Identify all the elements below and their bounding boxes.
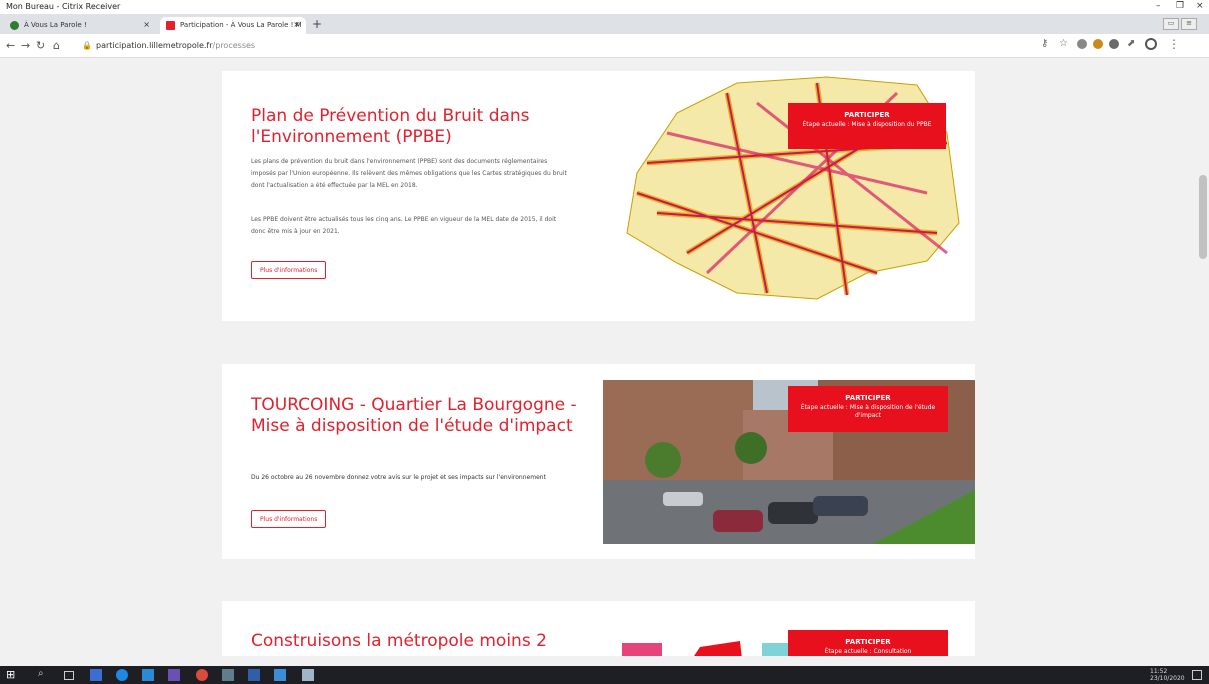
new-tab-button[interactable]: +: [312, 17, 322, 31]
bookmark-star-icon[interactable]: ☆: [1059, 38, 1068, 49]
participate-label: PARTICIPER: [844, 111, 890, 119]
page-viewport: Plan de Prévention du Bruit dans l'Envir…: [0, 59, 1196, 656]
site-favicon-icon: [166, 21, 175, 30]
process-card-ppbe: Plan de Prévention du Bruit dans l'Envir…: [222, 71, 975, 321]
minimize-button[interactable]: –: [1156, 1, 1161, 11]
taskbar-app-icon[interactable]: [248, 669, 260, 681]
back-icon[interactable]: ←: [6, 39, 15, 52]
participate-button[interactable]: PARTICIPER Étape actuelle : Mise à dispo…: [788, 386, 948, 432]
task-view-icon[interactable]: [64, 671, 74, 680]
taskbar-app-icon[interactable]: [222, 669, 234, 681]
taskbar-app-icon[interactable]: [274, 669, 286, 681]
site-favicon-icon: [10, 21, 19, 30]
clock-date: 23/10/2020: [1150, 675, 1185, 682]
more-info-button[interactable]: Plus d'informations: [251, 510, 327, 528]
process-card-construisons: Construisons la métropole moins 2 PARTIC…: [222, 601, 975, 656]
process-title[interactable]: Construisons la métropole moins 2: [251, 631, 581, 652]
process-card-tourcoing: TOURCOING - Quartier La Bourgogne - Mise…: [222, 364, 975, 559]
extension-icon[interactable]: ⬈: [1127, 38, 1135, 49]
tab-a-vous-la-parole[interactable]: À Vous La Parole ! ×: [4, 17, 156, 34]
citrix-title-bar: Mon Bureau - Citrix Receiver – ❐ ×: [0, 0, 1209, 14]
lock-icon: 🔒: [82, 41, 92, 50]
address-bar[interactable]: participation.lillemetropole.fr/processe…: [96, 41, 255, 50]
tab-label: À Vous La Parole !: [24, 21, 87, 29]
taskbar-app-icon[interactable]: [168, 669, 180, 681]
search-icon[interactable]: ⌕: [38, 668, 50, 680]
tab-label: Participation - À Vous La Parole ! M: [180, 21, 302, 29]
key-icon[interactable]: ⚷: [1041, 38, 1048, 49]
reload-icon[interactable]: ↻: [36, 39, 45, 52]
extension-icon[interactable]: [1077, 39, 1087, 49]
notification-icon[interactable]: [1192, 670, 1202, 680]
citrix-menu-icon[interactable]: ≡: [1181, 18, 1197, 30]
windows-taskbar: ⊞ ⌕ 11:52 23/10/2020: [0, 666, 1209, 684]
chrome-icon[interactable]: [196, 669, 208, 681]
extension-icon[interactable]: [1093, 39, 1103, 49]
edge-browser-icon[interactable]: [116, 669, 128, 681]
browser-toolbar: ← → ↻ ⌂ 🔒 participation.lillemetropole.f…: [0, 34, 1209, 58]
more-info-button[interactable]: Plus d'informations: [251, 261, 327, 279]
vertical-scrollbar[interactable]: [1196, 59, 1209, 656]
taskbar-app-icon[interactable]: [302, 669, 314, 681]
process-title[interactable]: Plan de Prévention du Bruit dans l'Envir…: [251, 106, 581, 148]
extension-icon[interactable]: [1109, 39, 1119, 49]
participate-button[interactable]: PARTICIPER Étape actuelle : Consultation: [788, 630, 948, 656]
participate-label: PARTICIPER: [845, 638, 891, 646]
forward-icon[interactable]: →: [21, 39, 30, 52]
windows-start-icon[interactable]: ⊞: [6, 668, 18, 681]
restore-button[interactable]: ❐: [1176, 1, 1184, 11]
tab-participation[interactable]: Participation - À Vous La Parole ! M ×: [160, 17, 306, 34]
tab-close-icon[interactable]: ×: [293, 20, 300, 29]
menu-kebab-icon[interactable]: ⋮: [1168, 37, 1180, 51]
clock-time: 11:52: [1150, 668, 1168, 675]
current-step-label: Étape actuelle : Consultation: [824, 648, 912, 655]
citrix-restore-icon[interactable]: ▭: [1163, 18, 1179, 30]
current-step-label: Étape actuelle : Mise à disposition du P…: [802, 121, 932, 128]
home-icon[interactable]: ⌂: [53, 39, 60, 52]
scrollbar-thumb[interactable]: [1199, 175, 1207, 259]
process-description: Les PPBE doivent être actualisés tous le…: [251, 216, 557, 235]
taskbar-app-icon[interactable]: [90, 669, 102, 681]
current-step-label: Étape actuelle : Mise à disposition de l…: [800, 404, 936, 419]
participate-button[interactable]: PARTICIPER Étape actuelle : Mise à dispo…: [788, 103, 946, 149]
process-description: Du 26 octobre au 26 novembre donnez votr…: [251, 474, 546, 481]
window-title: Mon Bureau - Citrix Receiver: [6, 2, 121, 11]
tab-strip: À Vous La Parole ! × Participation - À V…: [0, 14, 1209, 34]
close-window-button[interactable]: ×: [1196, 1, 1204, 11]
system-clock[interactable]: 11:52 23/10/2020: [1150, 668, 1185, 682]
taskbar-app-icon[interactable]: [142, 669, 154, 681]
horizontal-scrollbar[interactable]: [0, 656, 1209, 666]
tab-close-icon[interactable]: ×: [143, 20, 150, 29]
participate-label: PARTICIPER: [845, 394, 891, 402]
url-path: /processes: [212, 41, 256, 50]
process-description: Les plans de prévention du bruit dans l'…: [251, 158, 567, 189]
process-title[interactable]: TOURCOING - Quartier La Bourgogne - Mise…: [251, 395, 581, 437]
profile-avatar-icon[interactable]: [1145, 38, 1157, 50]
illustration-image: [622, 641, 792, 656]
url-domain: participation.lillemetropole.fr: [96, 41, 213, 50]
